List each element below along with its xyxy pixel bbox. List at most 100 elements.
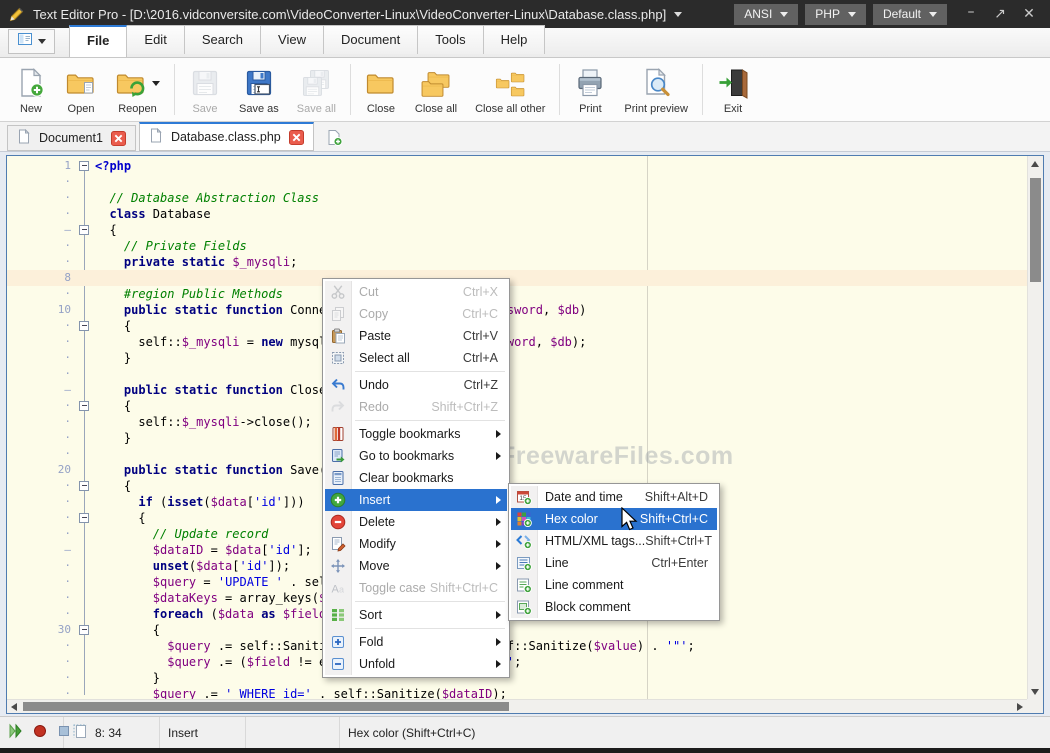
menu-tab-document[interactable]: Document: [323, 25, 418, 54]
menu-tab-search[interactable]: Search: [184, 25, 261, 54]
tab-close-icon[interactable]: [289, 130, 304, 145]
menu-item-sort[interactable]: Sort: [325, 604, 507, 626]
maximize-button[interactable]: ↗: [987, 3, 1013, 25]
chevron-down-icon: [38, 39, 46, 44]
new-document-tab-button[interactable]: [326, 129, 343, 146]
toolbar-button-open[interactable]: Open: [56, 63, 106, 117]
horizontal-scrollbar[interactable]: [7, 699, 1027, 713]
code-line[interactable]: · {: [7, 398, 1027, 414]
code-line[interactable]: · self::$_mysqli->close();: [7, 414, 1027, 430]
document-tab-document1[interactable]: Document1: [7, 125, 136, 151]
fold-collapse-icon[interactable]: [79, 625, 89, 635]
code-line[interactable]: · class Database: [7, 206, 1027, 222]
record-icon[interactable]: [32, 723, 48, 742]
menu-item-paste[interactable]: PasteCtrl+V: [325, 325, 507, 347]
code-line[interactable]: – public static function Close(): [7, 382, 1027, 398]
toolbar-button-exit[interactable]: Exit: [708, 63, 758, 117]
code-line[interactable]: – {: [7, 222, 1027, 238]
menu-item-delete[interactable]: Delete: [325, 511, 507, 533]
run-icon[interactable]: [8, 723, 24, 742]
quick-access-button[interactable]: [8, 29, 55, 54]
menu-item-toggle-bookmarks[interactable]: Toggle bookmarks: [325, 423, 507, 445]
submenu-arrow-icon: [496, 638, 501, 646]
code-line[interactable]: 20 public static function Save($table, $…: [7, 462, 1027, 478]
menu-tab-view[interactable]: View: [260, 25, 324, 54]
document-tab-database-class-php[interactable]: Database.class.php: [139, 122, 314, 151]
menu-item-block-comment[interactable]: Block comment: [511, 596, 717, 618]
code-line[interactable]: · }: [7, 350, 1027, 366]
menu-item-html-xml-tags[interactable]: HTML/XML tags...Shift+Ctrl+T: [511, 530, 717, 552]
menu-item-select-all[interactable]: Select allCtrl+A: [325, 347, 507, 369]
menu-item-fold[interactable]: Fold: [325, 631, 507, 653]
titlebar-dropdown-ansi[interactable]: ANSI: [734, 4, 798, 25]
tab-close-icon[interactable]: [111, 131, 126, 146]
titlebar-dropdown-default[interactable]: Default: [873, 4, 947, 25]
menu-item-go-to-bookmarks[interactable]: Go to bookmarks: [325, 445, 507, 467]
code-line[interactable]: · $query .= ' WHERE id=' . self::Sanitiz…: [7, 686, 1027, 699]
scroll-down-icon[interactable]: [1031, 689, 1039, 695]
fold-collapse-icon[interactable]: [79, 481, 89, 491]
menu-item-modify[interactable]: Modify: [325, 533, 507, 555]
horizontal-scroll-thumb[interactable]: [23, 702, 509, 711]
code-line-current[interactable]: 8: [7, 270, 1027, 286]
code-line[interactable]: ·: [7, 366, 1027, 382]
menu-item-label: Line: [545, 556, 569, 570]
code-line[interactable]: · }: [7, 430, 1027, 446]
toolbar-button-save-as[interactable]: Save as: [230, 63, 288, 117]
line-comment-icon: [511, 577, 537, 593]
code-line[interactable]: 30 {: [7, 622, 1027, 638]
menu-item-clear-bookmarks[interactable]: Clear bookmarks: [325, 467, 507, 489]
code-line[interactable]: · private static $_mysqli;: [7, 254, 1027, 270]
code-line[interactable]: · $query .= self::Sanitize($field) . ' =…: [7, 638, 1027, 654]
toolbar-button-print-preview[interactable]: Print preview: [615, 63, 697, 117]
close-button[interactable]: ✕: [1016, 3, 1042, 25]
titlebar-dropdown-php[interactable]: PHP: [805, 4, 866, 25]
submenu-arrow-icon: [496, 452, 501, 460]
code-line[interactable]: · $query .= ($field != end($dataKeys)) ?…: [7, 654, 1027, 670]
menu-tab-file[interactable]: File: [69, 25, 127, 57]
code-line[interactable]: · // Database Abstraction Class: [7, 190, 1027, 206]
fold-collapse-icon[interactable]: [79, 225, 89, 235]
menu-item-move[interactable]: Move: [325, 555, 507, 577]
menu-item-hex-color[interactable]: Hex colorShift+Ctrl+C: [511, 508, 717, 530]
fold-collapse-icon[interactable]: [79, 161, 89, 171]
fold-collapse-icon[interactable]: [79, 513, 89, 523]
menu-item-line-comment[interactable]: Line comment: [511, 574, 717, 596]
menu-item-label: Undo: [359, 378, 389, 392]
chevron-down-icon[interactable]: [152, 81, 160, 86]
scroll-left-icon[interactable]: [11, 703, 17, 711]
vertical-scrollbar[interactable]: [1027, 156, 1043, 699]
toolbar-button-close-all-other[interactable]: Close all other: [466, 63, 554, 117]
scroll-up-icon[interactable]: [1031, 161, 1039, 167]
code-text: [95, 270, 1027, 286]
menu-tab-tools[interactable]: Tools: [417, 25, 483, 54]
vertical-scroll-thumb[interactable]: [1030, 178, 1041, 282]
code-line[interactable]: 1<?php: [7, 158, 1027, 174]
code-line[interactable]: · }: [7, 670, 1027, 686]
scroll-right-icon[interactable]: [1017, 703, 1023, 711]
fold-collapse-icon[interactable]: [79, 321, 89, 331]
fold-collapse-icon[interactable]: [79, 401, 89, 411]
code-line[interactable]: · {: [7, 318, 1027, 334]
menu-item-undo[interactable]: UndoCtrl+Z: [325, 374, 507, 396]
toolbar-button-close-all[interactable]: Close all: [406, 63, 466, 117]
code-line[interactable]: · self::$_mysqli = new mysqli($host, $us…: [7, 334, 1027, 350]
code-line[interactable]: · // Private Fields: [7, 238, 1027, 254]
code-line[interactable]: 10 public static function Connect($host,…: [7, 302, 1027, 318]
toolbar-button-reopen[interactable]: Reopen: [106, 63, 169, 117]
menu-tab-edit[interactable]: Edit: [126, 25, 184, 54]
menu-item-unfold[interactable]: Unfold: [325, 653, 507, 675]
titlebar-dropdowns: ANSI PHP Default: [727, 4, 947, 25]
toolbar-button-new[interactable]: New: [6, 63, 56, 117]
minimize-button[interactable]: –: [958, 1, 984, 23]
code-line[interactable]: ·: [7, 446, 1027, 462]
menu-item-insert[interactable]: Insert: [325, 489, 507, 511]
toolbar-button-close[interactable]: Close: [356, 63, 406, 117]
menu-item-line[interactable]: LineCtrl+Enter: [511, 552, 717, 574]
menu-tab-help[interactable]: Help: [483, 25, 546, 54]
toolbar-button-print[interactable]: Print: [565, 63, 615, 117]
code-line[interactable]: · #region Public Methods: [7, 286, 1027, 302]
menu-item-date-and-time[interactable]: 15Date and timeShift+Alt+D: [511, 486, 717, 508]
code-line[interactable]: ·: [7, 174, 1027, 190]
title-dropdown-icon[interactable]: [674, 12, 682, 17]
